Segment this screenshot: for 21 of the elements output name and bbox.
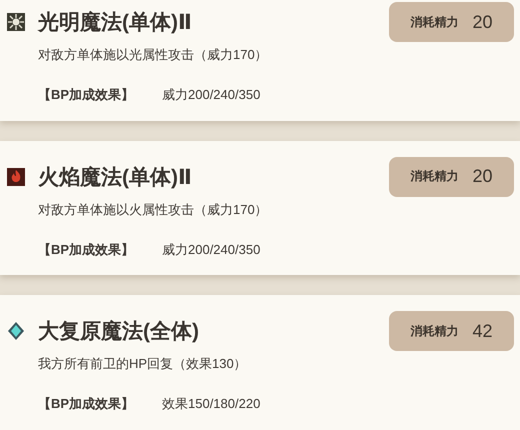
- cost-value: 20: [472, 12, 493, 32]
- bp-label: 【BP加成效果】: [38, 395, 136, 414]
- crystal-icon: [6, 321, 26, 342]
- cost-value: 20: [472, 166, 493, 188]
- cost-value: 42: [472, 320, 493, 342]
- skill-description: 我方所有前卫的HP回复（效果130）: [38, 355, 248, 374]
- cost-label: 消耗精力: [410, 322, 458, 340]
- bp-value: 威力200/240/350: [162, 86, 260, 104]
- bp-value: 效果150/180/220: [162, 395, 260, 414]
- flame-icon: [6, 166, 26, 187]
- skill-name: 光明魔法(单体)Ⅱ: [38, 10, 193, 36]
- cost-label: 消耗精力: [410, 14, 458, 30]
- sun-icon: [6, 12, 26, 32]
- skill-description: 对敌方单体施以光属性攻击（威力170）: [38, 46, 269, 64]
- cost-label: 消耗精力: [410, 168, 458, 186]
- skill-description: 对敌方单体施以火属性攻击（威力170）: [38, 200, 269, 219]
- bp-label: 【BP加成效果】: [38, 86, 136, 104]
- bp-value: 威力200/240/350: [162, 240, 260, 259]
- skill-name: 大复原魔法(全体): [38, 318, 200, 346]
- skill-name: 火焰魔法(单体)Ⅱ: [38, 164, 193, 191]
- bp-label: 【BP加成效果】: [38, 240, 136, 259]
